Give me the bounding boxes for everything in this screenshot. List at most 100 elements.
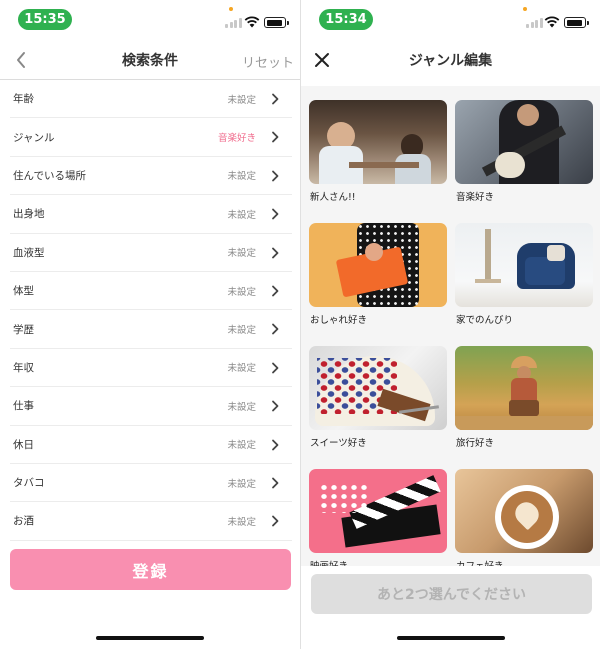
condition-label: 出身地: [13, 208, 45, 221]
condition-label: お酒: [13, 515, 34, 528]
genre-card[interactable]: 映画好き: [309, 469, 447, 566]
condition-label: 休日: [13, 438, 34, 451]
condition-label: 仕事: [13, 400, 34, 413]
genre-image: [455, 469, 593, 553]
genre-label: 新人さん!!: [310, 192, 356, 203]
chevron-right-icon: [272, 208, 279, 220]
condition-list: 年齢 未設定 ジャンル 音楽好き 住んでいる場所 未設定 出身地 未設定 血液型 未設定 体型 未設定…: [0, 80, 300, 541]
condition-row[interactable]: タバコ 未設定: [10, 464, 292, 503]
condition-label: 住んでいる場所: [13, 169, 86, 182]
submit-button-disabled[interactable]: あと2つ選んでください: [311, 574, 592, 614]
condition-value: 未設定: [227, 325, 256, 337]
genre-image: [309, 346, 447, 430]
genre-image: [309, 100, 447, 184]
condition-value: 未設定: [227, 248, 256, 260]
cellular-signal-icon: [526, 17, 543, 28]
chevron-right-icon: [272, 439, 279, 450]
condition-row[interactable]: 血液型 未設定: [10, 234, 292, 272]
genre-image: [309, 223, 447, 307]
condition-row[interactable]: お酒 未設定: [10, 502, 292, 541]
status-time: 15:35: [18, 9, 72, 30]
condition-row[interactable]: 年収 未設定: [10, 349, 292, 388]
chevron-right-icon: [272, 131, 279, 143]
chevron-right-icon: [272, 247, 279, 258]
condition-row[interactable]: 休日 未設定: [10, 426, 292, 464]
genre-edit-screen: 15:34 ジャンル編集 新人さん!! 音楽好きおしゃれ好き 家でのんびりスイーツ好…: [300, 0, 600, 649]
chevron-right-icon: [272, 515, 279, 527]
battery-icon: [264, 17, 289, 28]
chevron-right-icon: [272, 323, 279, 335]
condition-value: 音楽好き: [217, 133, 256, 145]
genre-card[interactable]: 音楽好き: [455, 100, 593, 210]
condition-row[interactable]: 仕事 未設定: [10, 387, 292, 426]
genre-card[interactable]: カフェ好き: [455, 469, 593, 566]
condition-label: 年齢: [13, 93, 34, 106]
condition-row[interactable]: 体型 未設定: [10, 272, 292, 311]
condition-label: 体型: [13, 285, 34, 298]
genre-image: [455, 100, 593, 184]
condition-row[interactable]: 出身地 未設定: [10, 195, 292, 234]
condition-value: 未設定: [227, 440, 256, 452]
genre-label: 旅行好き: [456, 438, 495, 449]
chevron-right-icon: [272, 93, 279, 105]
cellular-signal-icon: [225, 17, 242, 28]
status-bar: 15:35: [0, 0, 300, 38]
chevron-right-icon: [272, 400, 279, 412]
chevron-right-icon: [272, 362, 279, 374]
condition-value: 未設定: [227, 94, 256, 106]
condition-value: 未設定: [227, 363, 256, 375]
close-icon[interactable]: [311, 49, 333, 71]
nav-bar: ジャンル編集: [301, 40, 600, 80]
genre-label: 映画好き: [310, 558, 348, 566]
condition-label: タバコ: [13, 477, 45, 490]
genre-card[interactable]: おしゃれ好き: [309, 223, 447, 333]
back-button[interactable]: [8, 46, 34, 74]
genre-scroll-area[interactable]: 新人さん!! 音楽好きおしゃれ好き 家でのんびりスイーツ好き 旅行好き映画好き カフェ好…: [301, 86, 600, 566]
genre-card[interactable]: 家でのんびり: [455, 223, 593, 333]
page-title: 検索条件: [122, 52, 178, 69]
condition-label: 血液型: [13, 246, 45, 259]
genre-card[interactable]: 旅行好き: [455, 346, 593, 456]
location-dot-icon: [229, 7, 233, 11]
home-indicator: [96, 636, 204, 640]
status-time: 15:34: [319, 9, 373, 30]
condition-value: 未設定: [227, 478, 256, 490]
genre-label: おしゃれ好き: [310, 315, 368, 326]
chevron-right-icon: [272, 170, 279, 182]
nav-bar: 検索条件 リセット: [0, 40, 300, 80]
condition-value: 未設定: [227, 286, 256, 298]
genre-label: 音楽好き: [456, 192, 495, 203]
condition-value: 未設定: [227, 401, 256, 413]
chevron-right-icon: [272, 285, 279, 297]
chevron-right-icon: [272, 477, 279, 489]
genre-card[interactable]: 新人さん!!: [309, 100, 447, 210]
condition-label: 学歴: [13, 323, 34, 336]
wifi-icon: [544, 16, 560, 28]
home-indicator: [397, 636, 505, 640]
genre-grid: 新人さん!! 音楽好きおしゃれ好き 家でのんびりスイーツ好き 旅行好き映画好き カフェ好…: [309, 100, 595, 566]
page-title: ジャンル編集: [408, 53, 493, 69]
condition-row[interactable]: ジャンル 音楽好き: [10, 118, 292, 157]
battery-icon: [564, 17, 589, 28]
genre-card[interactable]: スイーツ好き: [309, 346, 447, 456]
search-conditions-screen: 15:35 検索条件 リセット 年齢 未設定 ジャンル 音楽好き 住んでいる場所 未設定出…: [0, 0, 300, 649]
reset-button[interactable]: リセット: [242, 52, 294, 71]
genre-label: スイーツ好き: [310, 438, 367, 449]
genre-image: [309, 469, 447, 553]
genre-image: [455, 223, 593, 307]
chevron-left-icon: [17, 52, 25, 68]
location-dot-icon: [523, 7, 527, 11]
status-bar: 15:34: [301, 0, 600, 38]
condition-value: 未設定: [227, 209, 256, 221]
register-button[interactable]: 登録: [10, 549, 291, 590]
condition-row[interactable]: 年齢 未設定: [10, 80, 292, 119]
condition-label: 年収: [13, 361, 34, 374]
wifi-icon: [244, 16, 260, 28]
condition-row[interactable]: 学歴 未設定: [10, 310, 292, 349]
condition-label: ジャンル: [13, 131, 55, 144]
condition-row[interactable]: 住んでいる場所 未設定: [10, 157, 292, 196]
genre-image: [455, 346, 593, 430]
genre-label: カフェ好き: [456, 558, 504, 566]
condition-value: 未設定: [227, 516, 256, 528]
condition-value: 未設定: [227, 171, 256, 183]
